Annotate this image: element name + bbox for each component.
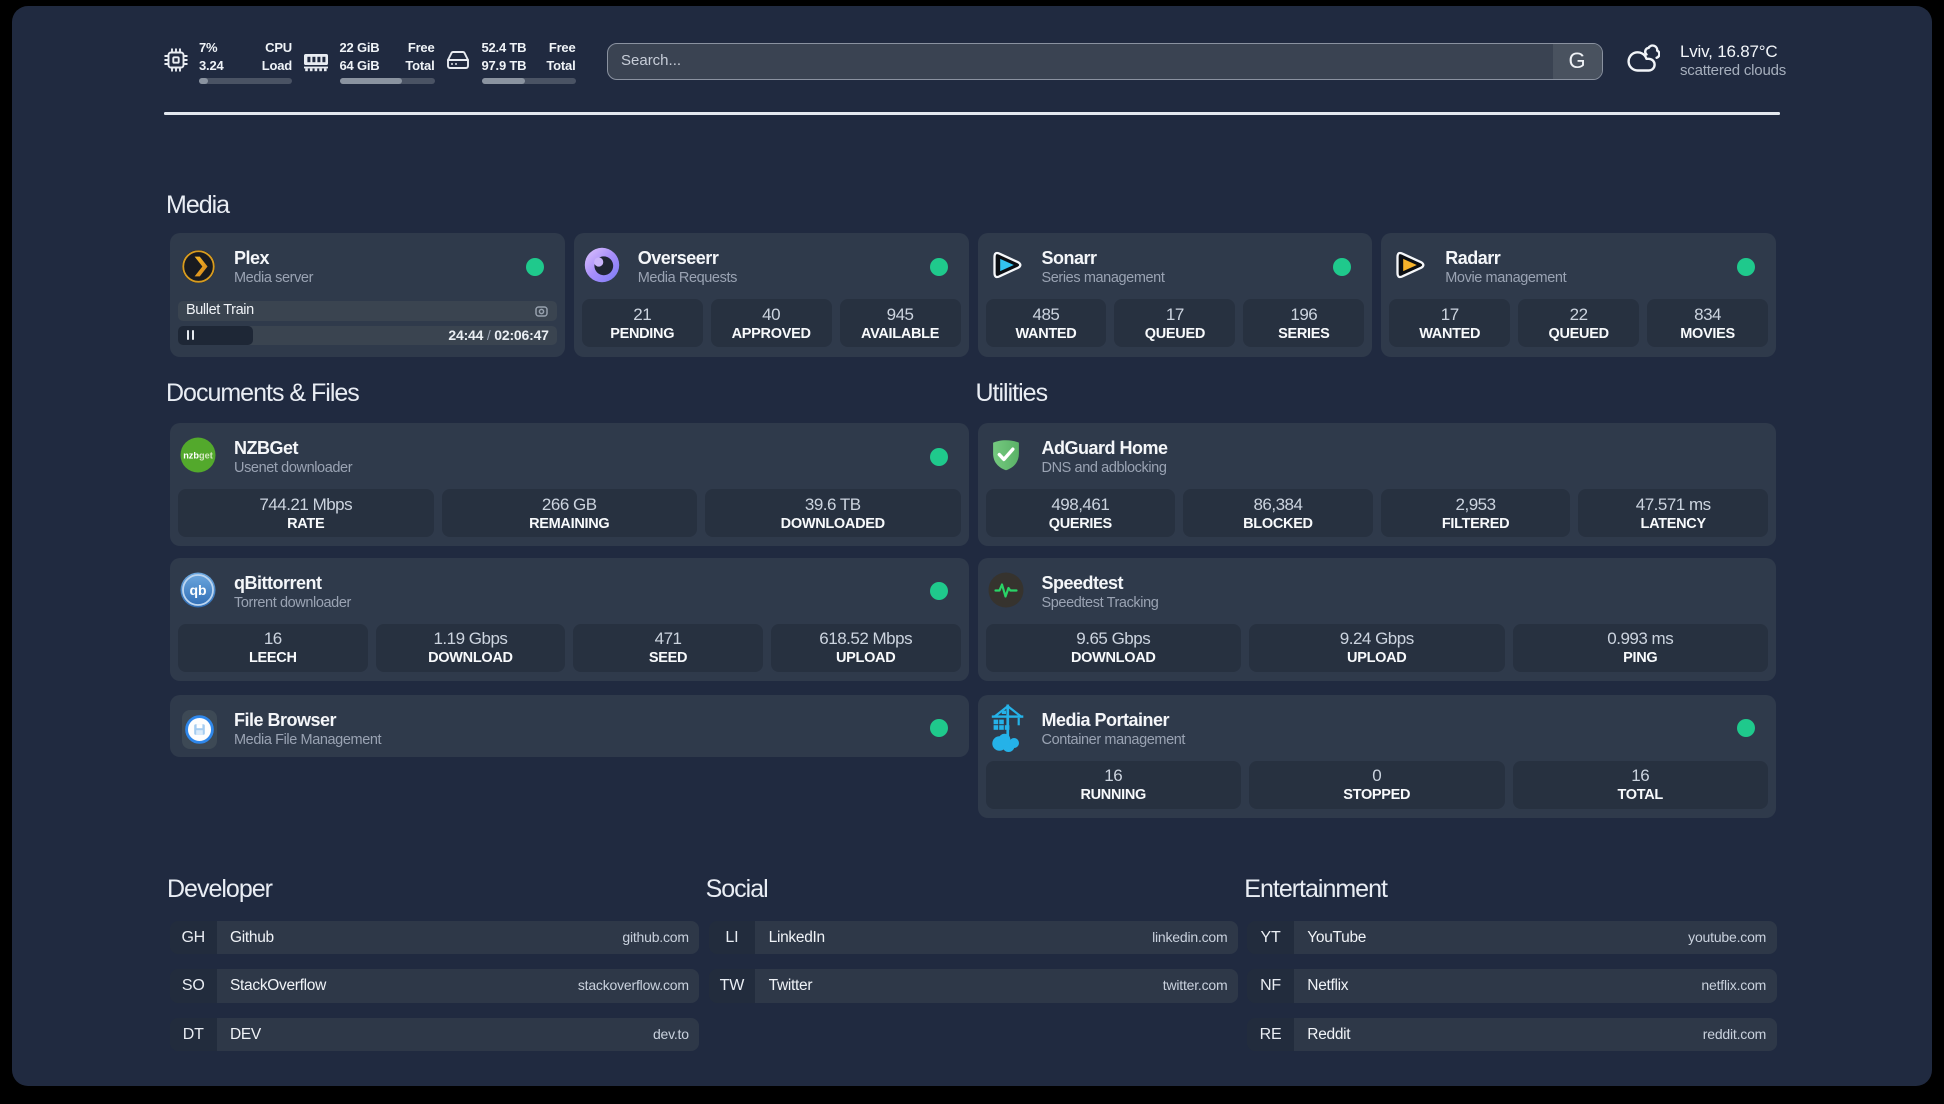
svg-text:qb: qb xyxy=(189,582,206,598)
svg-text:nzbget: nzbget xyxy=(183,451,213,461)
